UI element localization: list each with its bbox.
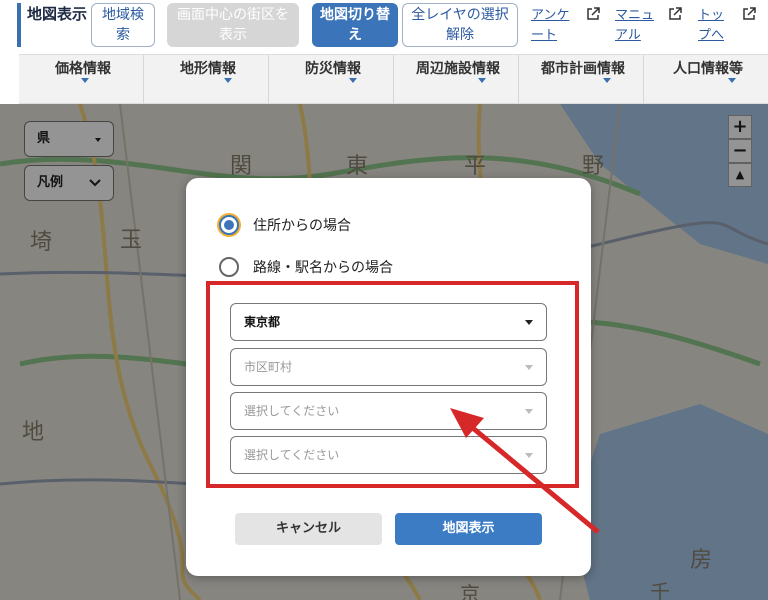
menu-label: 価格情報	[55, 61, 111, 77]
menu-facility-info[interactable]: 周辺施設情報	[394, 55, 519, 103]
option-by-address[interactable]: 住所からの場合	[219, 213, 351, 237]
toolbar-accent-bar	[17, 3, 21, 47]
chevron-down-icon	[478, 78, 486, 83]
chevron-down-icon	[728, 78, 736, 83]
menu-label: 防災情報	[305, 61, 361, 77]
chevron-down-icon	[81, 78, 89, 83]
menu-price-info[interactable]: 価格情報	[19, 55, 144, 103]
area-search-button[interactable]: 地域検索	[91, 3, 155, 47]
menu-disaster-info[interactable]: 防災情報	[269, 55, 394, 103]
show-map-button[interactable]: 地図表示	[395, 513, 542, 545]
menu-terrain-info[interactable]: 地形情報	[144, 55, 269, 103]
top-toolbar: 地図表示 地域検索 画面中心の街区を表示 地図切り替え 全レイヤの選択解除 アン…	[0, 0, 768, 50]
cancel-button[interactable]: キャンセル	[235, 513, 382, 545]
option-by-station[interactable]: 路線・駅名からの場合	[219, 255, 393, 279]
show-center-block-button[interactable]: 画面中心の街区を表示	[167, 3, 299, 47]
external-link-icon	[669, 7, 682, 20]
manual-link[interactable]: マニュアル	[615, 6, 659, 46]
chevron-down-icon	[603, 78, 611, 83]
page-title: 地図表示	[27, 5, 88, 23]
category-menu: 価格情報 地形情報 防災情報 周辺施設情報 都市計画情報 人口情報等	[19, 54, 768, 104]
radio-unchecked-icon[interactable]	[219, 257, 239, 277]
switch-map-button[interactable]: 地図切り替え	[312, 3, 398, 47]
highlight-box	[206, 281, 579, 488]
survey-link[interactable]: アンケート	[531, 6, 575, 46]
chevron-down-icon	[349, 78, 357, 83]
menu-population-info[interactable]: 人口情報等	[644, 55, 768, 103]
menu-city-planning-info[interactable]: 都市計画情報	[519, 55, 644, 103]
menu-label: 人口情報等	[673, 61, 743, 77]
menu-label: 都市計画情報	[541, 61, 625, 77]
menu-label: 地形情報	[180, 61, 236, 77]
option-label: 住所からの場合	[253, 218, 351, 234]
external-link-icon	[587, 7, 600, 20]
menu-label: 周辺施設情報	[416, 61, 500, 77]
external-link-icon	[743, 7, 756, 20]
option-label: 路線・駅名からの場合	[253, 260, 393, 276]
deselect-layers-button[interactable]: 全レイヤの選択解除	[402, 3, 518, 47]
top-link[interactable]: トップへ	[698, 6, 732, 46]
radio-checked-icon[interactable]	[219, 215, 239, 235]
chevron-down-icon	[224, 78, 232, 83]
